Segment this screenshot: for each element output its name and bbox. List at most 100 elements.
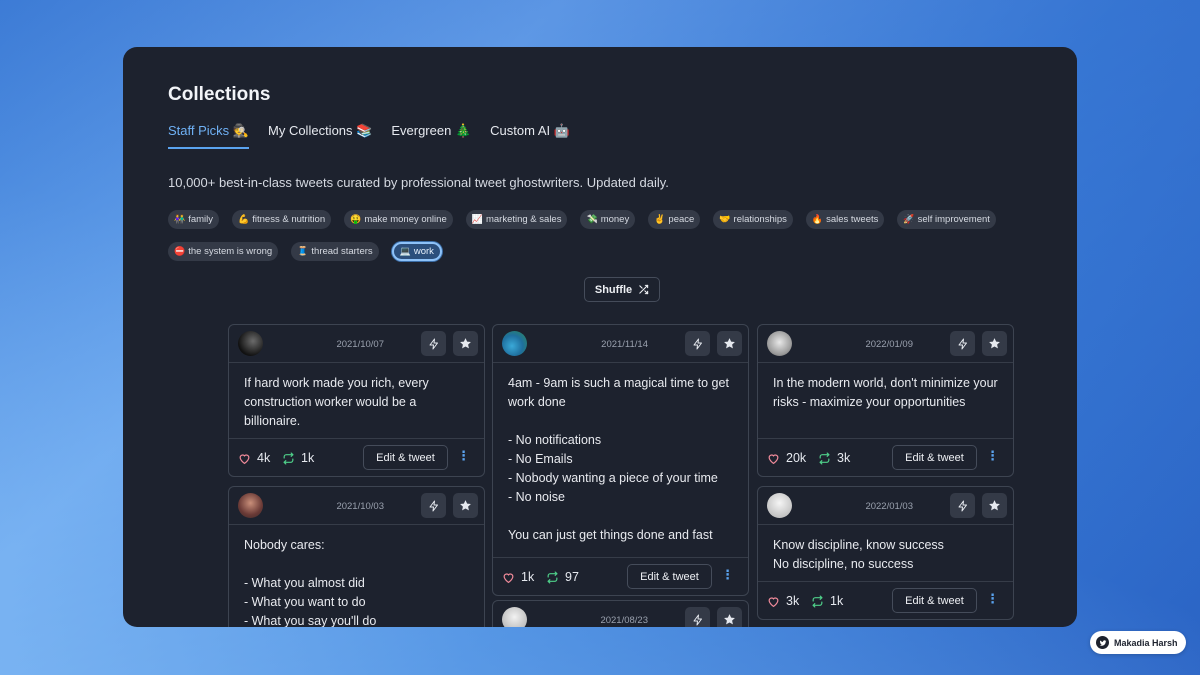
tag-emoji-icon: 📈	[471, 214, 483, 224]
likes-stat[interactable]: 1k	[502, 570, 534, 584]
tab-label: Custom AI	[490, 123, 551, 138]
star-button[interactable]	[982, 331, 1007, 356]
tab-label: Evergreen	[391, 123, 452, 138]
star-icon	[989, 500, 1000, 511]
likes-stat[interactable]: 4k	[238, 451, 270, 465]
tag-label: self improvement	[917, 214, 990, 225]
retweets-count: 97	[565, 570, 579, 584]
edit-tweet-button[interactable]: Edit & tweet	[892, 445, 977, 470]
retweets-stat[interactable]: 3k	[818, 451, 850, 465]
tag-relationships[interactable]: 🤝 relationships	[713, 210, 793, 229]
tag-label: work	[413, 246, 434, 257]
retweets-count: 3k	[837, 451, 851, 465]
tab-label: Staff Picks	[168, 123, 230, 138]
page-title: Collections	[168, 84, 271, 105]
tab-staff-picks[interactable]: Staff Picks 🕵️	[168, 123, 249, 149]
star-icon	[460, 500, 471, 511]
tag-fitness-nutrition[interactable]: 💪 fitness & nutrition	[232, 210, 332, 229]
tag-label: sales tweets	[826, 214, 879, 225]
tweet-card-footer: 4k 1k Edit & tweet ⋮	[229, 438, 484, 476]
tweet-card-header: 2021/08/23	[493, 601, 748, 627]
likes-stat[interactable]: 3k	[767, 594, 799, 608]
edit-tweet-button[interactable]: Edit & tweet	[363, 445, 448, 470]
tweet-date: 2021/11/14	[601, 339, 648, 350]
heart-icon	[768, 453, 779, 464]
tab-label: My Collections	[268, 123, 353, 138]
star-icon	[460, 338, 471, 349]
retweets-stat[interactable]: 1k	[811, 594, 843, 608]
tab-my-collections[interactable]: My Collections 📚	[268, 123, 372, 149]
bolt-icon	[958, 500, 967, 511]
tag-sales-tweets[interactable]: 🔥 sales tweets	[805, 210, 885, 229]
tag-emoji-icon: 💪	[238, 214, 250, 224]
tweet-date: 2021/10/07	[336, 339, 384, 350]
avatar	[238, 331, 263, 356]
tweet-text: Know discipline, know success No discipl…	[773, 538, 944, 571]
tag-the-system-is-wrong[interactable]: ⛔ the system is wrong	[168, 242, 279, 261]
tag-label: fitness & nutrition	[252, 214, 326, 225]
retweet-icon	[547, 570, 558, 584]
tag-peace[interactable]: ✌️ peace	[648, 210, 701, 229]
more-options-icon[interactable]: ⋮	[721, 567, 734, 583]
bolt-button[interactable]	[950, 331, 975, 356]
tree-emoji-icon: 🎄	[454, 123, 472, 138]
shuffle-label: Shuffle	[594, 283, 633, 296]
tweet-card: 2021/10/03 Nobody cares: - What you almo…	[228, 486, 485, 627]
star-button[interactable]	[453, 493, 478, 518]
retweets-stat[interactable]: 1k	[282, 451, 314, 465]
author-badge[interactable]: Makadia Harsh	[1090, 631, 1186, 654]
tag-emoji-icon: 💻	[399, 246, 411, 256]
bolt-button[interactable]	[421, 493, 446, 518]
tag-label: relationships	[733, 214, 787, 225]
retweets-stat[interactable]: 97	[546, 570, 579, 584]
star-button[interactable]	[982, 493, 1007, 518]
bolt-button[interactable]	[685, 331, 710, 356]
likes-count: 4k	[257, 451, 271, 465]
tweet-card-header: 2021/10/07	[229, 325, 484, 363]
avatar	[767, 493, 792, 518]
collection-description: 10,000+ best-in-class tweets curated by …	[168, 175, 669, 190]
tag-label: peace	[668, 214, 695, 225]
bolt-button[interactable]	[685, 607, 710, 627]
likes-stat[interactable]: 20k	[767, 451, 806, 465]
more-options-icon[interactable]: ⋮	[457, 448, 470, 464]
tag-family[interactable]: 👫 family	[168, 210, 220, 229]
edit-tweet-button[interactable]: Edit & tweet	[892, 588, 977, 613]
collections-panel: Collections Staff Picks 🕵️ My Collection…	[123, 47, 1077, 627]
tag-self-improvement[interactable]: 🚀 self improvement	[897, 210, 996, 229]
star-icon	[724, 338, 735, 349]
tab-custom-ai[interactable]: Custom AI 🤖	[490, 123, 570, 149]
tag-emoji-icon: 🔥	[811, 214, 824, 224]
likes-count: 3k	[786, 594, 800, 608]
star-button[interactable]	[717, 331, 742, 356]
tag-label: make money online	[364, 214, 447, 225]
bolt-button[interactable]	[950, 493, 975, 518]
edit-tweet-button[interactable]: Edit & tweet	[627, 564, 712, 589]
more-options-icon[interactable]: ⋮	[986, 448, 999, 464]
retweet-icon	[283, 451, 294, 465]
tweet-card: 2021/10/07 If hard work made you rich, e…	[228, 324, 485, 477]
tweet-text: 4am - 9am is such a magical time to get …	[508, 376, 729, 542]
tweet-card-header: 2021/11/14	[493, 325, 748, 363]
tab-evergreen[interactable]: Evergreen 🎄	[391, 123, 471, 149]
star-icon	[724, 614, 735, 625]
tag-work[interactable]: 💻 work	[391, 242, 442, 261]
tweet-date: 2021/08/23	[600, 615, 648, 626]
tag-make-money-online[interactable]: 🤑 make money online	[344, 210, 453, 229]
tag-thread-starters[interactable]: 🧵 thread starters	[291, 242, 379, 261]
bolt-icon	[429, 500, 438, 511]
bolt-button[interactable]	[421, 331, 446, 356]
star-button[interactable]	[453, 331, 478, 356]
tag-label: money	[600, 214, 630, 225]
more-options-icon[interactable]: ⋮	[986, 591, 999, 607]
star-button[interactable]	[717, 607, 742, 627]
shuffle-button[interactable]: Shuffle	[584, 277, 660, 302]
bolt-icon	[958, 338, 967, 349]
tweet-card: 2022/01/09 In the modern world, don't mi…	[757, 324, 1014, 477]
avatar	[767, 331, 792, 356]
tag-marketing-sales[interactable]: 📈 marketing & sales	[465, 210, 568, 229]
avatar	[502, 331, 527, 356]
tweet-text: In the modern world, don't minimize your…	[773, 376, 998, 409]
tweet-card: 2021/08/23	[492, 600, 749, 627]
tag-money[interactable]: 💸 money	[580, 210, 636, 229]
